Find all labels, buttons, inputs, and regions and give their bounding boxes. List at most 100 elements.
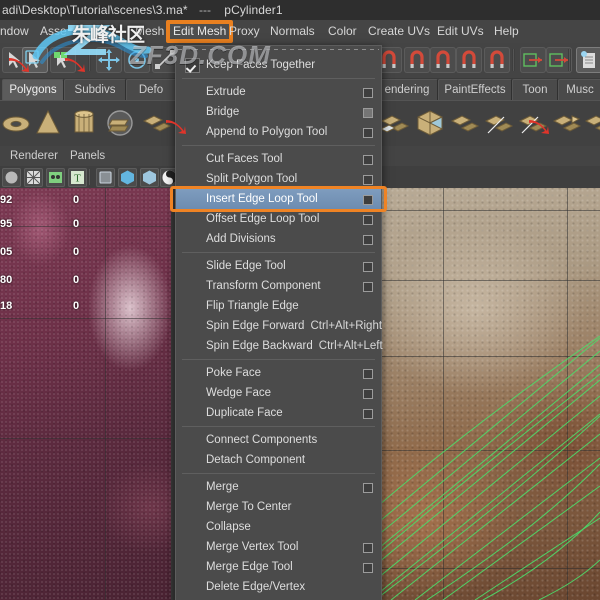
menu-item-merge-edge-tool[interactable]: Merge Edge Tool [176, 557, 381, 577]
polygon-extrude-button[interactable] [448, 107, 480, 139]
menu-item-option-box-icon[interactable] [363, 369, 373, 379]
shelf-tab-defo[interactable]: Defo [126, 79, 176, 101]
menu-item-option-box-icon[interactable] [363, 128, 373, 138]
shelf-tab-toon[interactable]: Toon [512, 79, 558, 101]
input-connection-button[interactable] [520, 47, 546, 73]
polygon-cube-icon [417, 110, 443, 136]
menu-item-delete-edge-vertex[interactable]: Delete Edge/Vertex [176, 577, 381, 597]
shelf-tab-painteffects[interactable]: PaintEffects [438, 79, 512, 101]
snap-to-view-plane-icon [490, 50, 504, 68]
polygon-torus-button[interactable] [0, 107, 32, 139]
menu-item-transform-component[interactable]: Transform Component [176, 276, 381, 296]
menu-item-spin-edge-backward[interactable]: Spin Edge Backward Ctrl+Alt+Left [176, 336, 383, 356]
snap-to-point-button[interactable] [430, 47, 456, 73]
edit-mesh-dropdown-menu[interactable]: Keep Faces Together Extrude Bridge Append t… [170, 45, 387, 600]
shelf-tab-musc[interactable]: Musc [558, 79, 600, 101]
polygon-bevel-button[interactable] [582, 107, 600, 139]
wireframe-shaded-button[interactable] [24, 168, 43, 187]
rotate-tool-button[interactable] [124, 47, 150, 73]
panel-menu-renderer[interactable]: Renderer [10, 146, 58, 166]
menubar-item-ndow[interactable]: ndow [0, 20, 29, 43]
menu-item-option-box-icon[interactable] [363, 282, 373, 292]
persp-viewport-left[interactable]: 92 95 05 80 18 0 0 0 0 0 [0, 188, 171, 600]
menu-item-shortcut: Ctrl+Alt+Left [318, 340, 383, 352]
menu-item-merge-to-center[interactable]: Merge To Center [176, 497, 381, 517]
menu-item-extrude[interactable]: Extrude [176, 82, 381, 102]
xray-display-button[interactable] [96, 168, 115, 187]
menubar-item-create-uvs[interactable]: Create UVs [368, 20, 430, 43]
polygon-cone-icon [36, 109, 60, 134]
menu-item-merge[interactable]: Merge [176, 477, 381, 497]
menu-item-keep-faces-together[interactable]: Keep Faces Together [176, 55, 381, 75]
menu-item-detach-component[interactable]: Detach Component [176, 450, 381, 470]
shelf-tab-polygons[interactable]: Polygons [2, 79, 64, 101]
menu-item-append-to-polygon-tool[interactable]: Append to Polygon Tool [176, 122, 381, 142]
flat-shaded-button[interactable] [140, 168, 159, 187]
menubar-item-edit-uvs[interactable]: Edit UVs [437, 20, 484, 43]
menu-item-option-box-icon[interactable] [363, 155, 373, 165]
menu-item-slide-edge-tool[interactable]: Slide Edge Tool [176, 256, 381, 276]
menubar-item-mesh[interactable]: Mesh [135, 20, 164, 43]
polygon-torus-icon [2, 116, 30, 132]
snap-to-curve-button[interactable] [404, 47, 430, 73]
menu-separator [182, 252, 375, 253]
hardware-texturing-button[interactable] [46, 168, 65, 187]
menu-item-merge-vertex-tool[interactable]: Merge Vertex Tool [176, 537, 381, 557]
menu-tearoff-handle[interactable] [178, 47, 379, 53]
menu-item-option-box-icon[interactable] [363, 563, 373, 573]
menu-item-cut-faces-tool[interactable]: Cut Faces Tool [176, 149, 381, 169]
menubar-item-label: Edit Mesh [173, 24, 227, 38]
menubar-item-help[interactable]: Help [494, 20, 519, 43]
move-tool-button[interactable] [96, 47, 122, 73]
polygon-cylinder-button[interactable] [68, 107, 100, 139]
menu-item-option-box-icon[interactable] [363, 483, 373, 493]
shelf-tab-endering[interactable]: endering [376, 79, 438, 101]
shelf-tab-label: Subdivs [74, 84, 116, 96]
menubar-item-edit-mesh[interactable]: Edit Mesh [166, 20, 234, 43]
menu-item-connect-components[interactable]: Connect Components [176, 430, 381, 450]
menu-item-poke-face[interactable]: Poke Face [176, 363, 381, 383]
title-separator: --- [198, 3, 211, 17]
menu-item-option-box-icon[interactable] [363, 389, 373, 399]
smooth-shade-icon [5, 171, 18, 184]
menu-item-option-box-icon[interactable] [363, 88, 373, 98]
polygon-wedge-button[interactable] [550, 107, 582, 139]
polygon-booleans-button[interactable] [378, 107, 410, 139]
menu-item-flip-triangle-edge[interactable]: Flip Triangle Edge [176, 296, 381, 316]
polygon-sphere-faces-button[interactable] [104, 107, 136, 139]
snap-to-view-plane-button[interactable] [484, 47, 510, 73]
menu-item-option-box-icon[interactable] [363, 543, 373, 553]
menu-item-option-box-icon[interactable] [363, 195, 373, 205]
menu-item-add-divisions[interactable]: Add Divisions [176, 229, 381, 249]
menubar-item-proxy[interactable]: Proxy [229, 20, 260, 43]
menu-item-option-box-icon[interactable] [363, 409, 373, 419]
shelf-tab-subdivs[interactable]: Subdivs [64, 79, 126, 101]
menu-item-split-polygon-tool[interactable]: Split Polygon Tool [176, 169, 381, 189]
construction-history-button[interactable] [576, 47, 600, 73]
menu-item-bridge[interactable]: Bridge [176, 102, 381, 122]
shaded-display-button[interactable] [118, 168, 137, 187]
smooth-shade-button[interactable] [2, 168, 21, 187]
menu-item-duplicate-face[interactable]: Duplicate Face [176, 403, 381, 423]
menu-item-option-box-icon[interactable] [363, 262, 373, 272]
menu-item-option-box-icon[interactable] [363, 175, 373, 185]
menu-item-spin-edge-forward[interactable]: Spin Edge Forward Ctrl+Alt+Right [176, 316, 382, 336]
menu-item-option-box-icon[interactable] [363, 108, 373, 118]
menu-item-label: Merge [206, 481, 239, 493]
panel-toolbar-divider [88, 169, 91, 185]
menu-item-collapse[interactable]: Collapse [176, 517, 381, 537]
polygon-cube-button[interactable] [414, 107, 446, 139]
text-display-button[interactable]: T [68, 168, 87, 187]
polygon-cone-button[interactable] [32, 107, 64, 139]
menu-item-option-box-icon[interactable] [363, 235, 373, 245]
menubar-item-color[interactable]: Color [328, 20, 357, 43]
menu-item-option-box-icon[interactable] [363, 215, 373, 225]
panel-menu-panels[interactable]: Panels [70, 146, 105, 166]
menubar-item-normals[interactable]: Normals [270, 20, 315, 43]
polygon-insert-edge-loop-button[interactable] [482, 107, 514, 139]
menu-item-offset-edge-loop-tool[interactable]: Offset Edge Loop Tool [176, 209, 381, 229]
menu-item-wedge-face[interactable]: Wedge Face [176, 383, 381, 403]
menubar-item-asse[interactable]: Asse [40, 20, 67, 43]
menu-item-insert-edge-loop-tool[interactable]: Insert Edge Loop Tool [170, 186, 387, 212]
snap-to-plane-button[interactable] [456, 47, 482, 73]
